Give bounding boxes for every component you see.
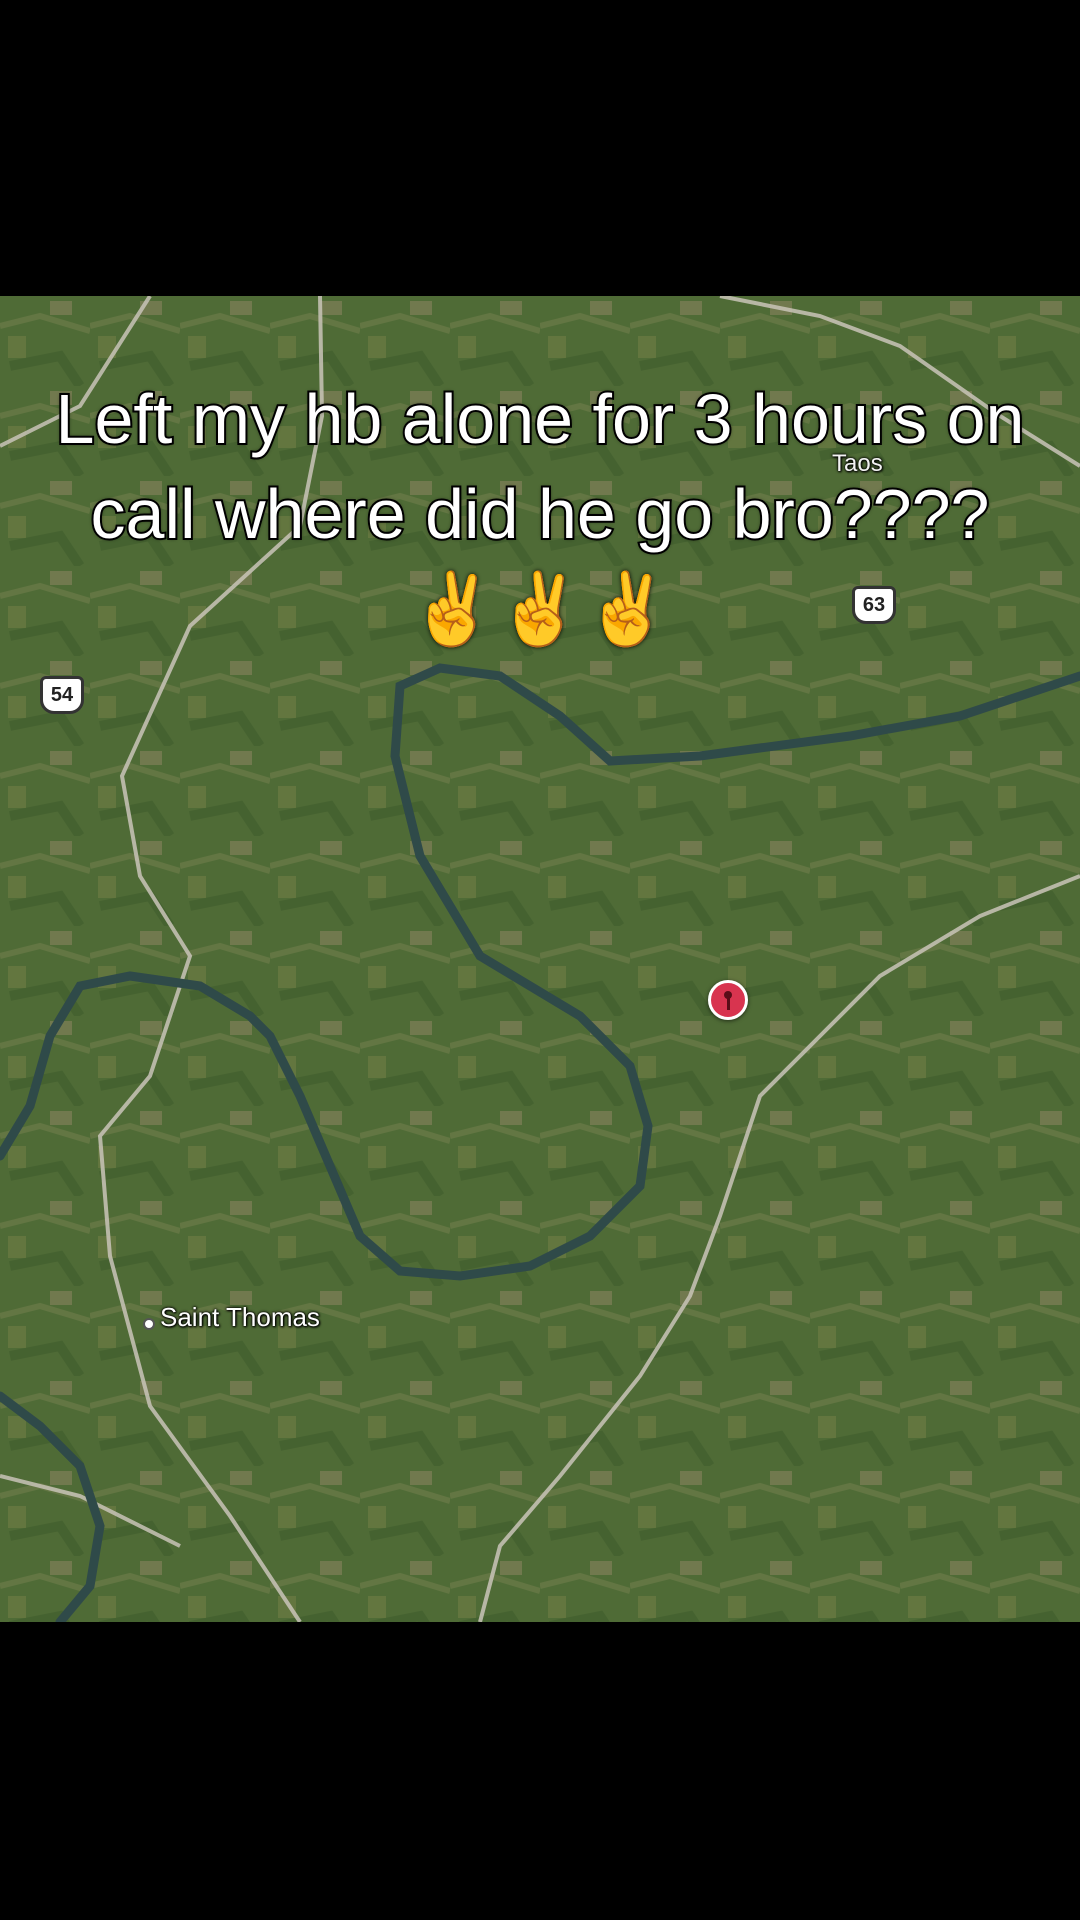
- caption-text: Left my hb alone for 3 hours on call whe…: [54, 378, 1027, 650]
- bottom-letterbox: [0, 1622, 1080, 1920]
- location-pin-icon[interactable]: [708, 980, 748, 1020]
- route-shield-54: 54: [40, 676, 84, 714]
- saint-thomas-marker: [143, 1318, 155, 1330]
- top-letterbox: [0, 0, 1080, 296]
- place-label-saint-thomas: Saint Thomas: [160, 1302, 320, 1332]
